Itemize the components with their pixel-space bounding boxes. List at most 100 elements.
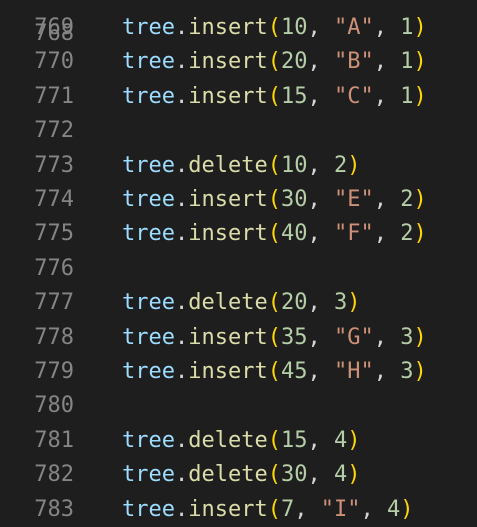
number-literal: 15 bbox=[280, 83, 308, 109]
code-text: tree.insert(35, "G", 3) bbox=[122, 321, 427, 355]
function-name: insert bbox=[188, 359, 268, 384]
bracket: ( bbox=[267, 152, 281, 178]
punctuation: , bbox=[307, 49, 334, 75]
code-line[interactable]: 775 tree.insert(40, "F", 2) bbox=[0, 217, 477, 251]
function-name: insert bbox=[188, 15, 268, 40]
string-literal: "G" bbox=[333, 324, 374, 350]
bracket: ) bbox=[347, 290, 361, 316]
code-line[interactable]: 776 bbox=[0, 252, 477, 286]
line-number: 774 bbox=[34, 187, 74, 212]
punctuation: , bbox=[307, 152, 334, 178]
number-literal: 10 bbox=[280, 15, 308, 40]
code-text: tree.insert(15, "C", 1) bbox=[122, 80, 427, 114]
number-literal: 1 bbox=[400, 83, 414, 109]
line-number: 776 bbox=[34, 255, 74, 281]
bracket: ) bbox=[413, 15, 427, 40]
bracket: ) bbox=[347, 152, 361, 178]
code-line[interactable]: 774 tree.insert(30, "E", 2) bbox=[0, 183, 477, 217]
number-literal: 3 bbox=[333, 290, 348, 316]
code-line[interactable]: 772 bbox=[0, 114, 477, 148]
code-line[interactable]: 777 tree.delete(20, 3) bbox=[0, 286, 477, 320]
number-literal: 4 bbox=[333, 462, 348, 488]
code-text: tree.insert(7, "I", 4) bbox=[122, 493, 413, 527]
variable-token: tree bbox=[122, 15, 175, 40]
bracket: ) bbox=[347, 462, 361, 488]
string-literal: "H" bbox=[333, 359, 374, 384]
number-literal: 1 bbox=[400, 15, 414, 40]
punctuation: , bbox=[373, 187, 401, 212]
code-line[interactable]: 783 tree.insert(7, "I", 4) bbox=[0, 493, 477, 527]
number-literal: 7 bbox=[280, 496, 295, 522]
number-literal: 3 bbox=[400, 359, 414, 384]
code-text: tree.insert(40, "F", 2) bbox=[122, 217, 427, 251]
code-text: tree.delete(10, 2) bbox=[122, 149, 360, 183]
line-number: 778 bbox=[34, 324, 74, 350]
number-literal: 3 bbox=[400, 324, 414, 350]
variable-token: tree bbox=[122, 221, 175, 247]
punctuation: , bbox=[373, 324, 401, 350]
bracket: ( bbox=[267, 496, 281, 522]
code-line[interactable]: 773 tree.delete(10, 2) bbox=[0, 149, 477, 183]
punctuation: . bbox=[174, 15, 189, 40]
punctuation: , bbox=[373, 359, 401, 384]
code-text: tree.delete(30, 4) bbox=[122, 458, 360, 492]
code-text: tree.insert(20, "B", 1) bbox=[122, 45, 427, 79]
line-number: 771 bbox=[34, 83, 74, 109]
punctuation: , bbox=[307, 427, 334, 453]
code-line[interactable]: 771 tree.insert(15, "C", 1) bbox=[0, 80, 477, 114]
number-literal: 45 bbox=[280, 359, 308, 384]
number-literal: 2 bbox=[400, 187, 414, 212]
function-name: insert bbox=[188, 324, 268, 350]
bracket: ) bbox=[413, 83, 427, 109]
number-literal: 10 bbox=[280, 152, 308, 178]
code-text: tree.delete(15, 4) bbox=[122, 424, 360, 458]
number-literal: 35 bbox=[280, 324, 308, 350]
code-text: tree.delete(20, 3) bbox=[122, 286, 360, 320]
punctuation: . bbox=[174, 359, 189, 384]
code-line[interactable]: 781 tree.delete(15, 4) bbox=[0, 424, 477, 458]
bracket: ) bbox=[413, 49, 427, 75]
variable-token: tree bbox=[122, 427, 175, 453]
line-number: 781 bbox=[34, 427, 74, 453]
variable-token: tree bbox=[122, 359, 175, 384]
code-text: tree.insert(45, "H", 3) bbox=[122, 355, 427, 389]
punctuation: , bbox=[373, 15, 401, 40]
function-name: delete bbox=[188, 290, 268, 316]
number-literal: 1 bbox=[400, 49, 414, 75]
function-name: insert bbox=[188, 221, 268, 247]
code-line[interactable]: 769 tree.insert(10, "A", 1) bbox=[0, 11, 477, 45]
code-line[interactable]: 770 tree.insert(20, "B", 1) bbox=[0, 45, 477, 79]
variable-token: tree bbox=[122, 152, 175, 178]
bracket: ( bbox=[267, 290, 281, 316]
punctuation: . bbox=[174, 221, 189, 247]
punctuation: . bbox=[174, 83, 189, 109]
code-line[interactable]: 782 tree.delete(30, 4) bbox=[0, 458, 477, 492]
punctuation: . bbox=[174, 187, 189, 212]
line-number: 769 bbox=[34, 15, 74, 40]
string-literal: "I" bbox=[320, 496, 361, 522]
code-editor[interactable]: 768 769 tree.insert(10, "A", 1) 770 tree.in… bbox=[0, 0, 477, 525]
bracket: ( bbox=[267, 15, 281, 40]
variable-token: tree bbox=[122, 324, 175, 350]
bracket: ( bbox=[267, 49, 281, 75]
variable-token: tree bbox=[122, 462, 175, 488]
punctuation: , bbox=[307, 324, 334, 350]
code-line[interactable]: 779 tree.insert(45, "H", 3) bbox=[0, 355, 477, 389]
bracket: ( bbox=[267, 427, 281, 453]
variable-token: tree bbox=[122, 290, 175, 316]
punctuation: , bbox=[360, 496, 387, 522]
line-number: 773 bbox=[34, 152, 74, 178]
code-line[interactable]: 778 tree.insert(35, "G", 3) bbox=[0, 321, 477, 355]
function-name: delete bbox=[188, 462, 268, 488]
number-literal: 20 bbox=[280, 49, 308, 75]
function-name: delete bbox=[188, 152, 268, 178]
punctuation: , bbox=[373, 49, 401, 75]
string-literal: "C" bbox=[333, 83, 374, 109]
punctuation: , bbox=[307, 290, 334, 316]
code-line[interactable]: 780 bbox=[0, 389, 477, 423]
punctuation: . bbox=[174, 49, 189, 75]
string-literal: "B" bbox=[333, 49, 374, 75]
number-literal: 30 bbox=[280, 187, 308, 212]
string-literal: "E" bbox=[333, 187, 374, 212]
line-number: 777 bbox=[34, 290, 74, 316]
